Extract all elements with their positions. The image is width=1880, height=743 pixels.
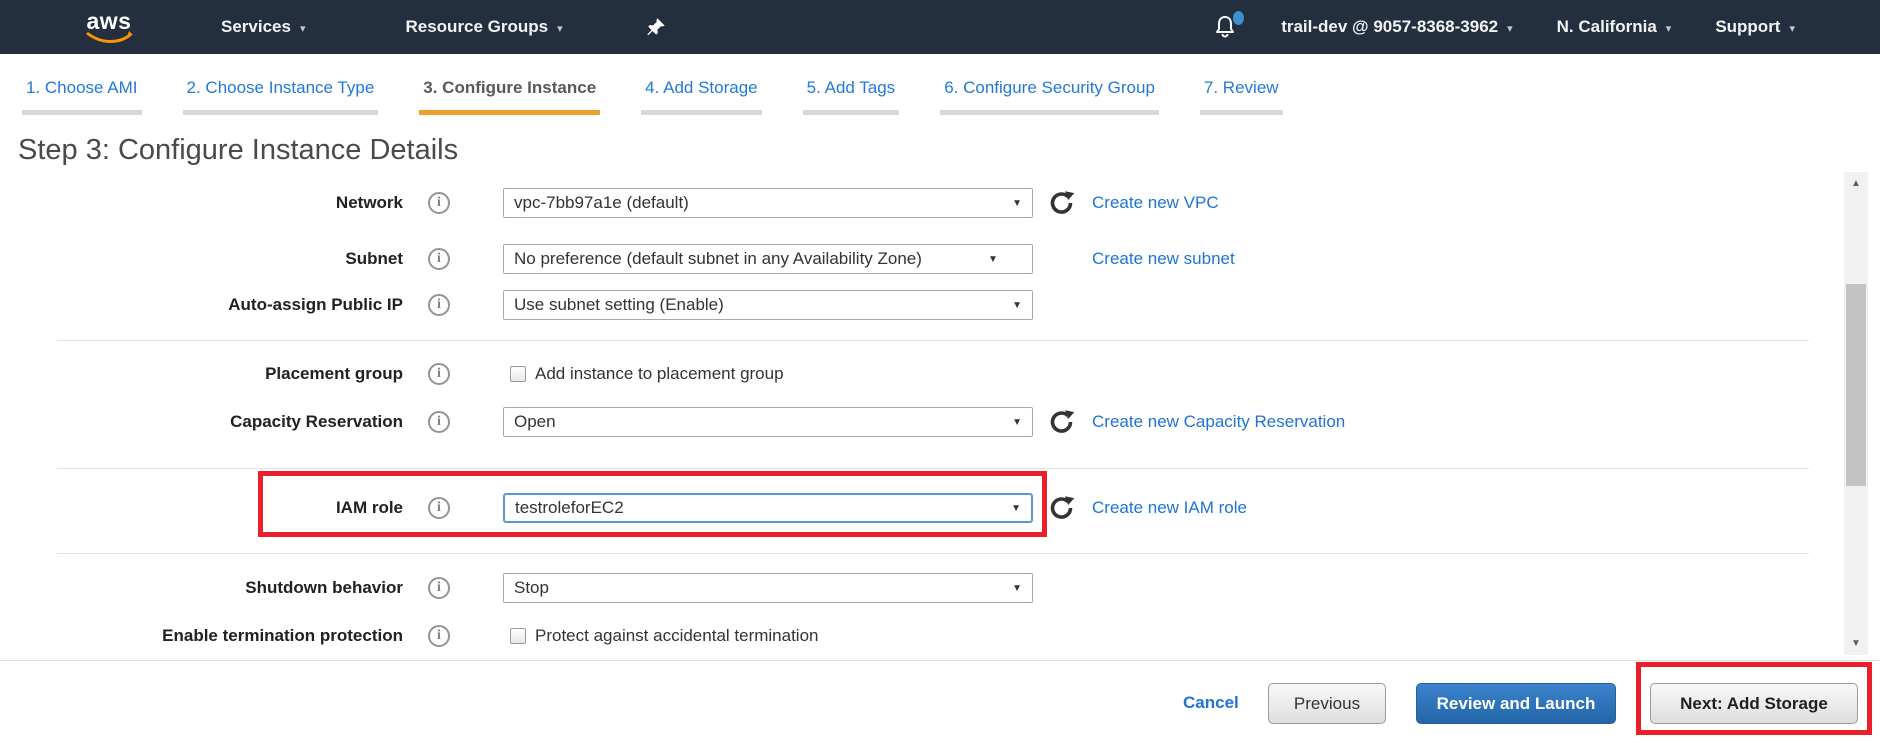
info-icon[interactable]: i [428, 294, 450, 316]
section-divider [57, 468, 1809, 469]
subnet-label: Subnet [0, 249, 403, 269]
cancel-button[interactable]: Cancel [1183, 693, 1239, 713]
shutdown-behavior-label: Shutdown behavior [0, 578, 403, 598]
tab-review[interactable]: 7. Review [1200, 78, 1283, 115]
chevron-down-icon: ▾ [557, 22, 563, 35]
select-caret-icon: ▼ [988, 254, 998, 265]
termination-protection-checkbox[interactable] [510, 628, 526, 644]
notification-dot [1233, 11, 1244, 25]
info-icon[interactable]: i [428, 248, 450, 270]
support-menu[interactable]: Support ▾ [1715, 17, 1795, 37]
info-icon[interactable]: i [428, 411, 450, 433]
tab-add-storage[interactable]: 4. Add Storage [641, 78, 761, 115]
scroll-down-icon[interactable]: ▼ [1844, 638, 1868, 649]
refresh-icon[interactable] [1048, 409, 1075, 436]
create-new-subnet-link[interactable]: Create new subnet [1092, 249, 1235, 269]
section-divider [57, 553, 1809, 554]
tab-add-tags[interactable]: 5. Add Tags [803, 78, 900, 115]
termination-protection-label: Enable termination protection [0, 626, 403, 646]
subnet-select[interactable]: No preference (default subnet in any Ava… [503, 244, 1033, 274]
navbar-right-group: trail-dev @ 9057-8368-3962 ▾ N. Californ… [1213, 14, 1795, 40]
select-caret-icon: ▼ [1011, 503, 1021, 514]
services-label: Services [221, 17, 291, 37]
select-caret-icon: ▼ [1012, 583, 1022, 594]
create-new-iam-role-link[interactable]: Create new IAM role [1092, 498, 1247, 518]
top-navbar: aws Services ▾ Resource Groups ▾ trail-d… [0, 0, 1880, 54]
wizard-tabs: 1. Choose AMI 2. Choose Instance Type 3.… [22, 78, 1283, 115]
iam-role-select-value: testroleforEC2 [515, 498, 1005, 518]
form-row-subnet: Subnet i No preference (default subnet i… [0, 244, 1843, 274]
scroll-up-icon[interactable]: ▲ [1844, 178, 1868, 189]
notifications-button[interactable] [1213, 14, 1237, 40]
chevron-down-icon: ▾ [1507, 22, 1513, 35]
shutdown-behavior-select[interactable]: Stop ▼ [503, 573, 1033, 603]
aws-logo-text: aws [87, 11, 132, 31]
placement-group-checkbox[interactable] [510, 366, 526, 382]
tab-configure-security-group[interactable]: 6. Configure Security Group [940, 78, 1159, 115]
resource-groups-label: Resource Groups [405, 17, 548, 37]
resource-groups-menu[interactable]: Resource Groups ▾ [405, 17, 562, 37]
aws-logo[interactable]: aws [85, 11, 133, 44]
capacity-reservation-select[interactable]: Open ▼ [503, 407, 1033, 437]
create-new-vpc-link[interactable]: Create new VPC [1092, 193, 1219, 213]
refresh-icon[interactable] [1048, 495, 1075, 522]
create-new-capacity-reservation-link[interactable]: Create new Capacity Reservation [1092, 412, 1345, 432]
form-row-termination-protection: Enable termination protection i Protect … [0, 621, 1843, 651]
previous-button[interactable]: Previous [1268, 683, 1386, 724]
info-icon[interactable]: i [428, 577, 450, 599]
network-select[interactable]: vpc-7bb97a1e (default) ▼ [503, 188, 1033, 218]
region-label: N. California [1557, 17, 1657, 37]
support-label: Support [1715, 17, 1780, 37]
auto-assign-public-ip-label: Auto-assign Public IP [0, 295, 403, 315]
form-row-iam-role: IAM role i testroleforEC2 ▼ Create new I… [0, 493, 1843, 523]
form-row-capacity-reservation: Capacity Reservation i Open ▼ Create new… [0, 407, 1843, 437]
termination-protection-checkbox-label: Protect against accidental termination [535, 626, 819, 646]
form-row-placement-group: Placement group i Add instance to placem… [0, 359, 1843, 389]
scrollbar-thumb[interactable] [1846, 284, 1866, 486]
info-icon[interactable]: i [428, 192, 450, 214]
aws-smile-icon [85, 31, 133, 44]
chevron-down-icon: ▾ [300, 22, 306, 35]
chevron-down-icon: ▾ [1666, 22, 1672, 35]
chevron-down-icon: ▾ [1789, 22, 1795, 35]
iam-role-label: IAM role [0, 498, 403, 518]
review-and-launch-button[interactable]: Review and Launch [1416, 683, 1616, 724]
refresh-icon[interactable] [1048, 190, 1075, 217]
page-title: Step 3: Configure Instance Details [18, 134, 458, 167]
vertical-scrollbar[interactable]: ▲ ▼ [1844, 172, 1868, 655]
select-caret-icon: ▼ [1012, 417, 1022, 428]
subnet-select-value: No preference (default subnet in any Ava… [514, 249, 982, 269]
pin-icon[interactable] [645, 16, 667, 38]
tab-configure-instance[interactable]: 3. Configure Instance [419, 78, 600, 115]
capacity-reservation-label: Capacity Reservation [0, 412, 403, 432]
iam-role-select[interactable]: testroleforEC2 ▼ [503, 493, 1033, 523]
capacity-reservation-select-value: Open [514, 412, 1006, 432]
info-icon[interactable]: i [428, 497, 450, 519]
form-row-shutdown-behavior: Shutdown behavior i Stop ▼ [0, 573, 1843, 603]
auto-assign-public-ip-select-value: Use subnet setting (Enable) [514, 295, 1006, 315]
placement-group-label: Placement group [0, 364, 403, 384]
shutdown-behavior-select-value: Stop [514, 578, 1006, 598]
services-menu[interactable]: Services ▾ [221, 17, 305, 37]
select-caret-icon: ▼ [1012, 300, 1022, 311]
tab-choose-ami[interactable]: 1. Choose AMI [22, 78, 142, 115]
section-divider [57, 340, 1809, 341]
form-row-auto-assign-public-ip: Auto-assign Public IP i Use subnet setti… [0, 290, 1843, 320]
select-caret-icon: ▼ [1012, 198, 1022, 209]
next-add-storage-button[interactable]: Next: Add Storage [1650, 683, 1858, 724]
account-menu[interactable]: trail-dev @ 9057-8368-3962 ▾ [1281, 17, 1512, 37]
form-row-network: Network i vpc-7bb97a1e (default) ▼ Creat… [0, 188, 1843, 218]
region-menu[interactable]: N. California ▾ [1557, 17, 1672, 37]
auto-assign-public-ip-select[interactable]: Use subnet setting (Enable) ▼ [503, 290, 1033, 320]
tab-choose-instance-type[interactable]: 2. Choose Instance Type [183, 78, 379, 115]
info-icon[interactable]: i [428, 363, 450, 385]
placement-group-checkbox-label: Add instance to placement group [535, 364, 784, 384]
network-select-value: vpc-7bb97a1e (default) [514, 193, 1006, 213]
network-label: Network [0, 193, 403, 213]
info-icon[interactable]: i [428, 625, 450, 647]
account-label: trail-dev @ 9057-8368-3962 [1281, 17, 1498, 37]
